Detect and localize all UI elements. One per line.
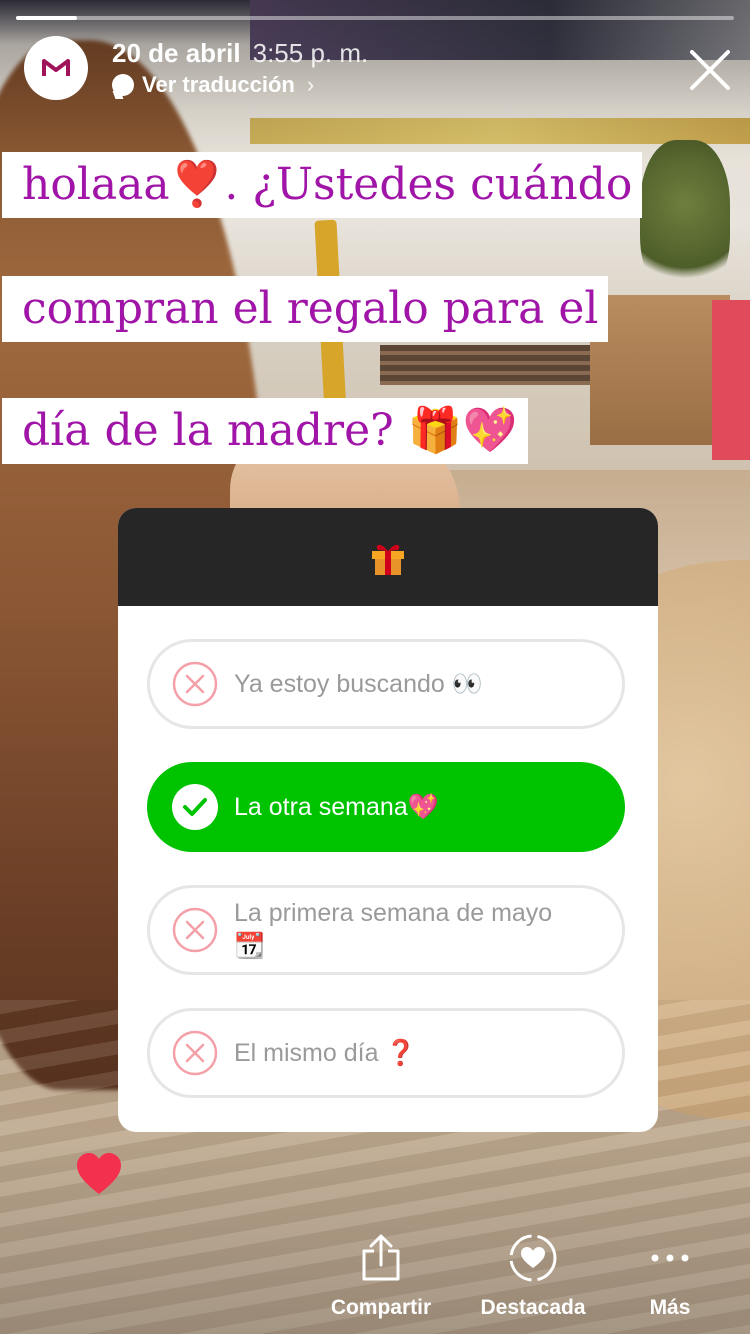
like-button[interactable] <box>75 1152 123 1196</box>
wrong-answer-icon <box>172 907 218 953</box>
story-header: 20 de abril 3:55 p. m. Ver traducción › <box>112 36 368 100</box>
close-button[interactable] <box>686 46 734 94</box>
close-icon <box>690 50 730 90</box>
share-button[interactable]: Compartir <box>320 1230 442 1320</box>
chevron-right-icon: › <box>306 72 315 97</box>
quiz-header <box>118 508 658 606</box>
quiz-option-correct[interactable]: La otra semana💖 <box>147 762 625 852</box>
see-translation-label: Ver traducción <box>142 72 295 97</box>
story-timestamp: 20 de abril 3:55 p. m. <box>112 36 368 70</box>
quiz-option[interactable]: La primera semana de mayo 📆 <box>147 885 625 975</box>
heart-icon <box>77 1153 121 1194</box>
quiz-sticker: Ya estoy buscando 👀 La otra semana💖 La p… <box>118 508 658 1132</box>
story-date: 20 de abril <box>112 38 241 68</box>
avatar[interactable] <box>24 36 88 100</box>
caption-line: día de la madre? 🎁💖 <box>2 398 528 464</box>
quiz-option[interactable]: El mismo día ❓ <box>147 1008 625 1098</box>
more-dots-icon <box>651 1254 689 1262</box>
wrong-answer-icon <box>172 1030 218 1076</box>
see-translation-link[interactable]: Ver traducción › <box>112 70 368 100</box>
highlight-label: Destacada <box>480 1296 586 1319</box>
check-icon <box>172 784 218 830</box>
quiz-option-label: La primera semana de mayo 📆 <box>234 897 552 963</box>
highlight-button[interactable]: Destacada <box>470 1230 596 1320</box>
gift-icon <box>372 544 404 575</box>
speech-bubble-icon <box>112 74 134 96</box>
quiz-option-label: La otra semana💖 <box>234 792 439 821</box>
quiz-option-label-line1: La primera semana de mayo <box>234 899 553 927</box>
wrong-answer-icon <box>172 661 218 707</box>
share-icon <box>362 1234 400 1281</box>
highlight-heart-icon <box>509 1234 557 1282</box>
story-time: 3:55 p. m. <box>252 38 369 68</box>
story-progress-bar <box>16 16 734 20</box>
quiz-option-label: El mismo día ❓ <box>234 1038 417 1067</box>
more-label: Más <box>649 1296 691 1319</box>
brand-logo-icon <box>42 59 70 76</box>
quiz-option-label-line2: 📆 <box>234 932 266 960</box>
quiz-option-label: Ya estoy buscando 👀 <box>234 669 483 698</box>
share-label: Compartir <box>330 1296 432 1319</box>
story-progress-fill <box>16 16 78 20</box>
quiz-option[interactable]: Ya estoy buscando 👀 <box>147 639 625 729</box>
caption-line: holaaa❣️. ¿Ustedes cuándo <box>2 152 642 218</box>
more-button[interactable]: Más <box>630 1230 710 1320</box>
caption-line: compran el regalo para el <box>2 276 608 342</box>
